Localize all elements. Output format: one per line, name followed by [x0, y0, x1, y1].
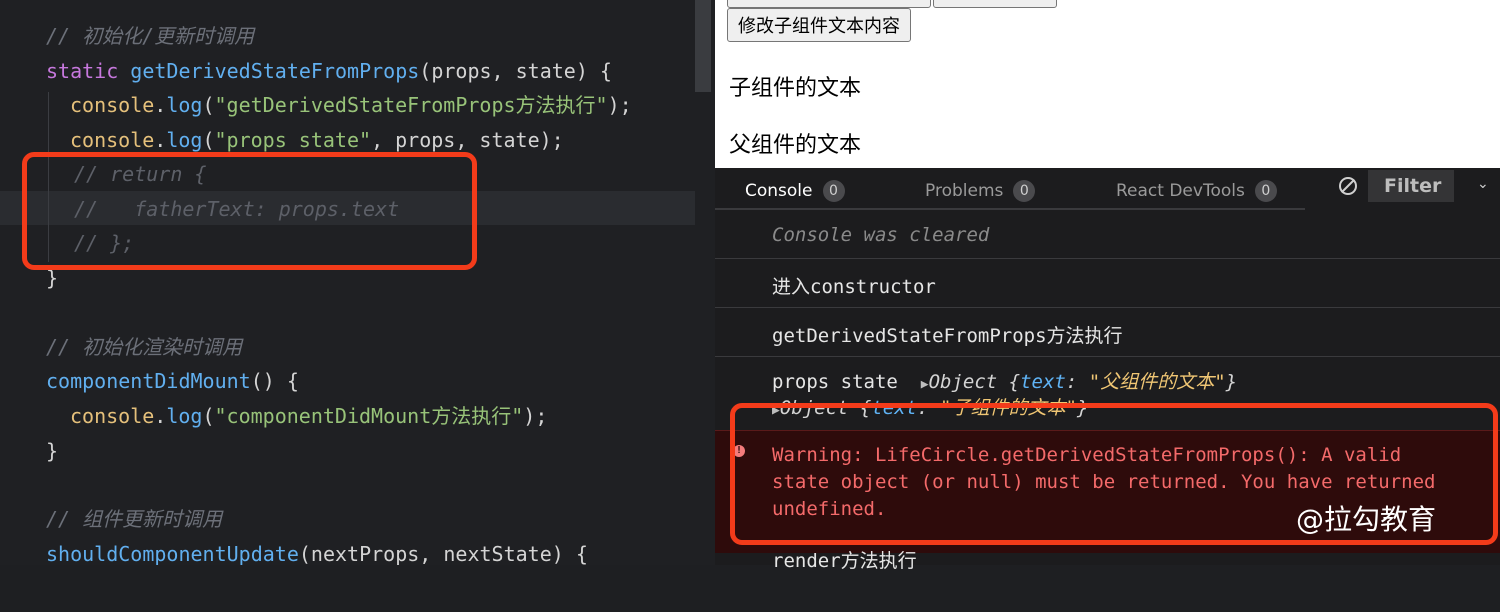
- code-token: () {: [250, 369, 299, 393]
- code-token: shouldComponentUpdate: [46, 542, 299, 565]
- tab-react-devtools[interactable]: React DevTools 0: [1116, 176, 1277, 206]
- code-token: getDerivedStateFromProps: [130, 59, 420, 83]
- code-token: , props, state);: [371, 128, 564, 152]
- console-row-render: render方法执行: [715, 546, 1500, 586]
- code-token: .: [154, 404, 167, 428]
- tab-console[interactable]: Console 0: [745, 176, 845, 206]
- console-row-constructor: 进入constructor: [715, 259, 1500, 308]
- devtools-tabbar: Console 0 Problems 0 React DevTools 0 Filte…: [715, 168, 1500, 212]
- code-token: console: [70, 128, 155, 152]
- code-token: (nextProps, nextState) {: [298, 542, 588, 565]
- code-token: // 初始化渲染时调用: [46, 335, 243, 359]
- modify-child-text-button[interactable]: 修改子组件文本内容: [727, 8, 911, 42]
- code-line: console.log("componentDidMount方法执行");: [70, 399, 547, 433]
- code-token: // 组件更新时调用: [46, 507, 223, 531]
- object-word[interactable]: Object: [929, 371, 998, 393]
- code-token: (: [202, 404, 215, 428]
- code-line: // 组件更新时调用: [46, 502, 222, 536]
- top-button-2[interactable]: [933, 0, 1057, 8]
- console-count-badge: 0: [822, 180, 845, 202]
- code-highlight-box: [22, 152, 477, 270]
- code-editor[interactable]: // 初始化/更新时调用 static getDerivedStateFromPr…: [0, 0, 715, 565]
- app-preview: 修改子组件文本内容 子组件的文本 父组件的文本: [715, 0, 1500, 168]
- tab-problems[interactable]: Problems 0: [925, 176, 1036, 206]
- code-token: (: [202, 128, 215, 152]
- render-text: render方法执行: [772, 550, 917, 572]
- top-button-1[interactable]: [727, 0, 931, 8]
- warning-highlight-box: [730, 403, 1498, 545]
- console-row-gdsfp: getDerivedStateFromProps方法执行: [715, 308, 1500, 357]
- code-token: .: [154, 93, 167, 117]
- code-token: (: [202, 93, 215, 117]
- code-token: console: [70, 93, 155, 117]
- code-token: .: [154, 128, 167, 152]
- constructor-text: 进入constructor: [772, 276, 936, 298]
- react-devtools-count-badge: 0: [1254, 180, 1277, 202]
- object-key: text: [1020, 371, 1066, 393]
- code-token: log: [166, 128, 203, 152]
- chevron-down-icon[interactable]: ⌄: [1477, 176, 1489, 192]
- code-token: }: [46, 439, 59, 463]
- cleared-text: Console was cleared: [772, 224, 990, 246]
- expand-triangle-icon[interactable]: ▶: [921, 377, 929, 392]
- object-value-parent: "父组件的文本": [1088, 371, 1226, 393]
- code-token: // 初始化/更新时调用: [46, 24, 255, 48]
- code-line: console.log("getDerivedStateFromProps方法执…: [70, 88, 632, 122]
- code-token: componentDidMount: [46, 369, 251, 393]
- code-token: log: [166, 93, 203, 117]
- code-line: // 初始化/更新时调用: [46, 19, 254, 53]
- code-line: }: [46, 434, 58, 468]
- code-token: static: [46, 59, 131, 83]
- props-state-label: props state: [772, 371, 898, 393]
- problems-count-badge: 0: [1013, 180, 1036, 202]
- tab-console-label: Console: [745, 181, 813, 201]
- gdsfp-text: getDerivedStateFromProps方法执行: [772, 325, 1123, 347]
- code-token: (props, state) {: [419, 59, 612, 83]
- clear-console-icon[interactable]: [1339, 177, 1357, 195]
- code-line: static getDerivedStateFromProps(props, s…: [46, 54, 612, 88]
- code-token: );: [607, 93, 632, 117]
- code-token: console: [70, 404, 155, 428]
- code-line: // 初始化渲染时调用: [46, 330, 242, 364]
- code-token: "props state": [214, 128, 372, 152]
- filter-input[interactable]: Filter: [1368, 170, 1454, 202]
- tab-underline: [715, 208, 1305, 210]
- code-token: "componentDidMount方法执行": [214, 404, 524, 428]
- child-text: 子组件的文本: [729, 76, 862, 101]
- tab-react-devtools-label: React DevTools: [1116, 181, 1245, 201]
- parent-text: 父组件的文本: [729, 133, 862, 158]
- console-row-cleared: Console was cleared: [715, 212, 1500, 259]
- tab-problems-label: Problems: [925, 181, 1004, 201]
- code-token: );: [523, 404, 548, 428]
- code-line: componentDidMount() {: [46, 364, 299, 398]
- code-token: "getDerivedStateFromProps方法执行": [214, 93, 608, 117]
- code-line: shouldComponentUpdate(nextProps, nextSta…: [46, 537, 588, 565]
- code-token: log: [166, 404, 203, 428]
- editor-scroll-thumb[interactable]: [695, 0, 711, 92]
